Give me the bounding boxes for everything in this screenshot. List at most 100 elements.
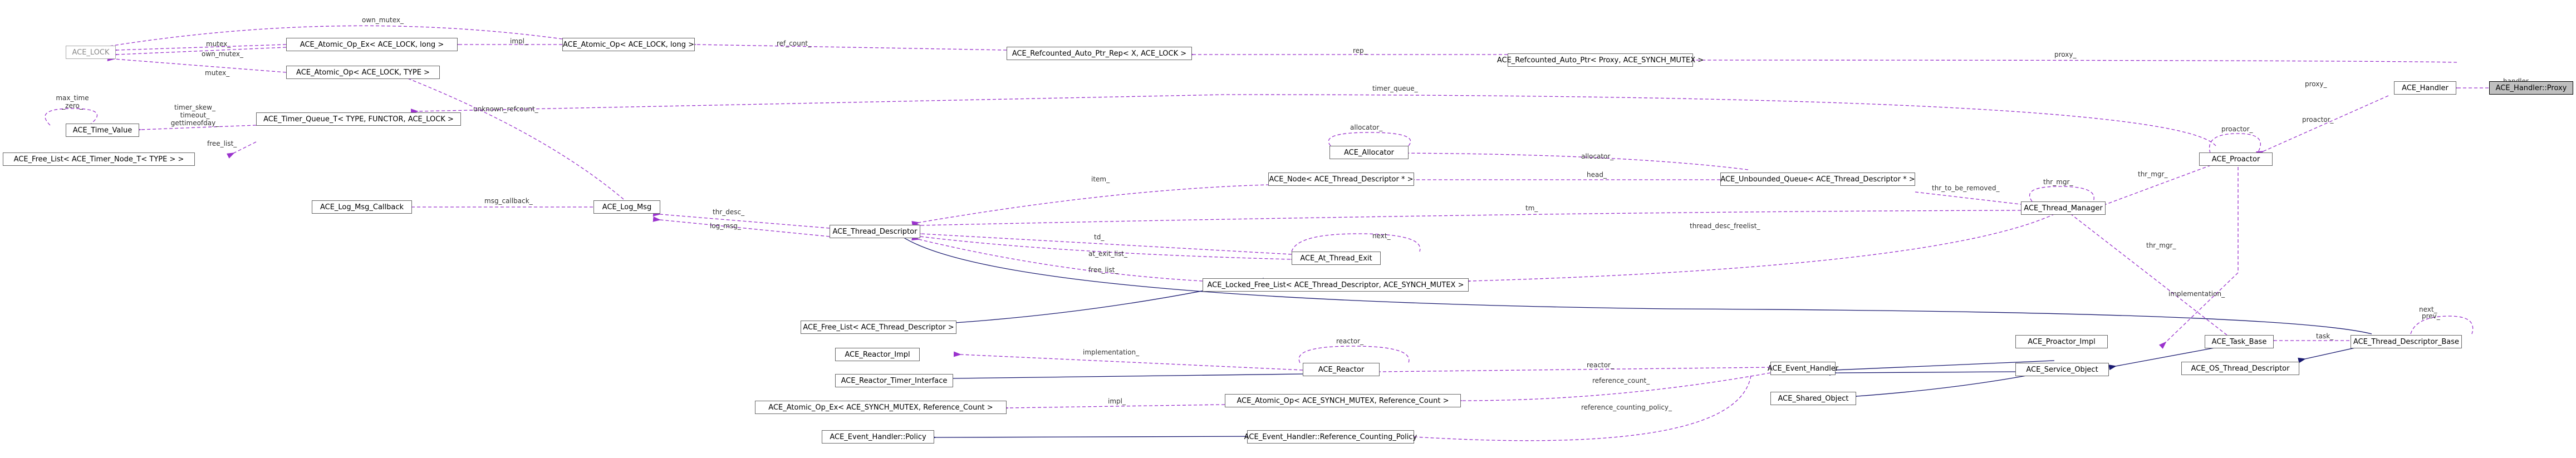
label-item: item_: [1091, 175, 1110, 183]
node-thread-manager[interactable]: ACE_Thread_Manager: [2021, 201, 2106, 215]
node-allocator[interactable]: ACE_Allocator: [1329, 146, 1409, 159]
node-ace-lock[interactable]: ACE_LOCK: [66, 46, 116, 59]
label-next-prev: next_ prev_: [2419, 306, 2441, 320]
edge-next-self: [1291, 233, 1421, 252]
node-task-base[interactable]: ACE_Task_Base: [2205, 335, 2274, 348]
label-thr-mgr-p: thr_mgr_: [2138, 170, 2168, 178]
node-time-value[interactable]: ACE_Time_Value: [66, 124, 139, 137]
label-unknown-refcount: unknown_refcount_: [473, 105, 539, 113]
label-reference-count: reference_count_: [1592, 377, 1650, 385]
edge-log-msg: [652, 216, 830, 237]
edge-tm: [913, 210, 2021, 229]
label-mutex-b: mutex_: [205, 69, 230, 77]
label-timer-skew: timer_skew_ timeout_ gettimeofday_: [171, 104, 219, 127]
node-refcounted-auto-ptr-rep[interactable]: ACE_Refcounted_Auto_Ptr_Rep< X, ACE_LOCK…: [1007, 47, 1192, 60]
label-rep: rep_: [1353, 47, 1368, 55]
label-implementation-r: implementation_: [1083, 348, 1140, 356]
node-reactor[interactable]: ACE_Reactor: [1303, 363, 1380, 376]
label-own-mutex-b: own_mutex_: [202, 50, 244, 58]
node-proactor-impl[interactable]: ACE_Proactor_Impl: [2015, 335, 2108, 348]
label-at-exit-list: at_exit_list_: [1088, 250, 1128, 258]
label-td: td_: [1094, 233, 1105, 241]
label-proactor-h: proactor_: [2302, 116, 2334, 124]
node-handler[interactable]: ACE_Handler: [2394, 81, 2456, 95]
edge-mutex-a: [110, 44, 287, 53]
node-free-list-thread-descriptor[interactable]: ACE_Free_List< ACE_Thread_Descriptor >: [801, 321, 956, 334]
label-msg-callback: msg_callback_: [484, 197, 533, 205]
node-atomic-op-ex-sync-refcount[interactable]: ACE_Atomic_Op_Ex< ACE_SYNCH_MUTEX, Refer…: [755, 401, 1007, 414]
node-unbounded-queue[interactable]: ACE_Unbounded_Queue< ACE_Thread_Descript…: [1720, 173, 1915, 186]
edge-ref-count: [688, 41, 1007, 51]
node-event-handler[interactable]: ACE_Event_Handler: [1768, 362, 1838, 375]
label-allocator-self: allocator_: [1350, 124, 1383, 131]
node-log-msg-callback[interactable]: ACE_Log_Msg_Callback: [312, 200, 412, 214]
edge-timer-queue: [410, 94, 2216, 146]
node-shared-object[interactable]: ACE_Shared_Object: [1770, 392, 1856, 405]
label-reactor-self: reactor_: [1336, 337, 1364, 345]
node-ace-node-thread-descriptor[interactable]: ACE_Node< ACE_Thread_Descriptor * >: [1268, 173, 1414, 186]
label-proxy-edge: proxy_: [2054, 51, 2077, 58]
edge-thread-desc-freelist: [1463, 211, 2060, 284]
inherit-eh-from-service-object: [1829, 370, 2016, 376]
label-timer-queue: timer_queue_: [1372, 85, 1419, 92]
label-impl-refcount: impl_: [1108, 397, 1126, 405]
label-mutex-a: mutex_: [206, 40, 231, 48]
edge-free-list: [227, 141, 257, 159]
edge-next-prev-self: [2410, 316, 2474, 334]
node-locked-free-list[interactable]: ACE_Locked_Free_List< ACE_Thread_Descrip…: [1203, 278, 1469, 292]
node-timer-queue[interactable]: ACE_Timer_Queue_T< TYPE, FUNCTOR, ACE_LO…: [256, 112, 461, 126]
edge-mutex-b: [107, 56, 287, 73]
node-at-thread-exit[interactable]: ACE_At_Thread_Exit: [1292, 252, 1381, 265]
node-atomic-op-sync-refcount[interactable]: ACE_Atomic_Op< ACE_SYNCH_MUTEX, Referenc…: [1225, 394, 1461, 407]
node-event-handler-reference-counting-policy[interactable]: ACE_Event_Handler::Reference_Counting_Po…: [1244, 430, 1417, 444]
node-refcounted-auto-ptr-proxy[interactable]: ACE_Refcounted_Auto_Ptr< Proxy, ACE_SYNC…: [1497, 53, 1704, 67]
inherit-shared-from-service: [1849, 375, 2027, 400]
label-task: task_: [2316, 332, 2334, 340]
node-event-handler-policy[interactable]: ACE_Event_Handler::Policy: [822, 430, 934, 444]
edge-allocator-self: [1328, 132, 1411, 146]
label-max-time: max_time _zero_: [56, 94, 89, 110]
node-atomic-op-lock-type[interactable]: ACE_Atomic_Op< ACE_LOCK, TYPE >: [286, 66, 440, 79]
usage-edges: [45, 25, 2489, 441]
label-proactor-self: proactor_: [2221, 125, 2254, 133]
label-thr-mgr-self: thr_mgr_: [2043, 178, 2073, 186]
node-proactor[interactable]: ACE_Proactor: [2199, 152, 2273, 166]
label-tm: tm_: [1525, 204, 1538, 212]
node-thread-descriptor[interactable]: ACE_Thread_Descriptor: [830, 225, 920, 238]
node-atomic-op-lock-long[interactable]: ACE_Atomic_Op< ACE_LOCK, long >: [562, 38, 695, 51]
node-handler-proxy[interactable]: ACE_Handler::Proxy: [2489, 81, 2573, 95]
label-free-list-td: free_list_: [1088, 266, 1118, 274]
label-head: head_: [1587, 171, 1607, 179]
node-service-object[interactable]: ACE_Service_Object: [2015, 363, 2109, 376]
edge-thr-mgr-task: [2064, 208, 2227, 336]
label-reactor-eh: reactor_: [1587, 361, 1615, 369]
label-thread-desc-freelist: thread_desc_freelist_: [1690, 222, 1760, 230]
label-impl-atomic: impl_: [510, 37, 528, 45]
label-own-mutex-top: own_mutex_: [362, 16, 404, 24]
edge-proactor-h: [2256, 95, 2389, 157]
inherit-policy: [928, 435, 1267, 441]
edge-allocator-q: [1362, 150, 1749, 170]
label-allocator-q: allocator_: [1581, 152, 1614, 160]
label-log-msg: log_msg_: [710, 222, 742, 230]
label-ref-count: ref_count_: [777, 40, 812, 47]
label-next-self: next_: [1372, 232, 1391, 240]
edge-unknown-refcount: [399, 72, 624, 200]
edge-thr-mgr-p: [2097, 161, 2222, 210]
edge-thr-desc: [652, 211, 830, 229]
node-reactor-impl[interactable]: ACE_Reactor_Impl: [835, 348, 920, 361]
edge-free-list-td: [911, 235, 1203, 282]
edge-implementation-r: [953, 351, 1303, 371]
edge-proxy: [1687, 57, 2457, 63]
node-os-thread-descriptor[interactable]: ACE_OS_Thread_Descriptor: [2181, 362, 2299, 375]
label-implementation-p: implementation_: [2168, 290, 2225, 298]
label-proxy: proxy_: [2305, 80, 2327, 88]
node-log-msg[interactable]: ACE_Log_Msg: [593, 200, 660, 214]
node-atomic-op-ex-lock-long[interactable]: ACE_Atomic_Op_Ex< ACE_LOCK, long >: [286, 38, 458, 51]
node-thread-descriptor-base[interactable]: ACE_Thread_Descriptor_Base: [2351, 335, 2462, 348]
inherit-reactor-timer: [945, 373, 1303, 382]
node-free-list-timer-node[interactable]: ACE_Free_List< ACE_Timer_Node_T< TYPE > …: [3, 152, 195, 166]
label-thr-desc: thr_desc_: [713, 208, 745, 216]
label-thr-mgr-task: thr_mgr_: [2146, 242, 2176, 249]
node-reactor-timer-interface[interactable]: ACE_Reactor_Timer_Interface: [835, 374, 953, 387]
